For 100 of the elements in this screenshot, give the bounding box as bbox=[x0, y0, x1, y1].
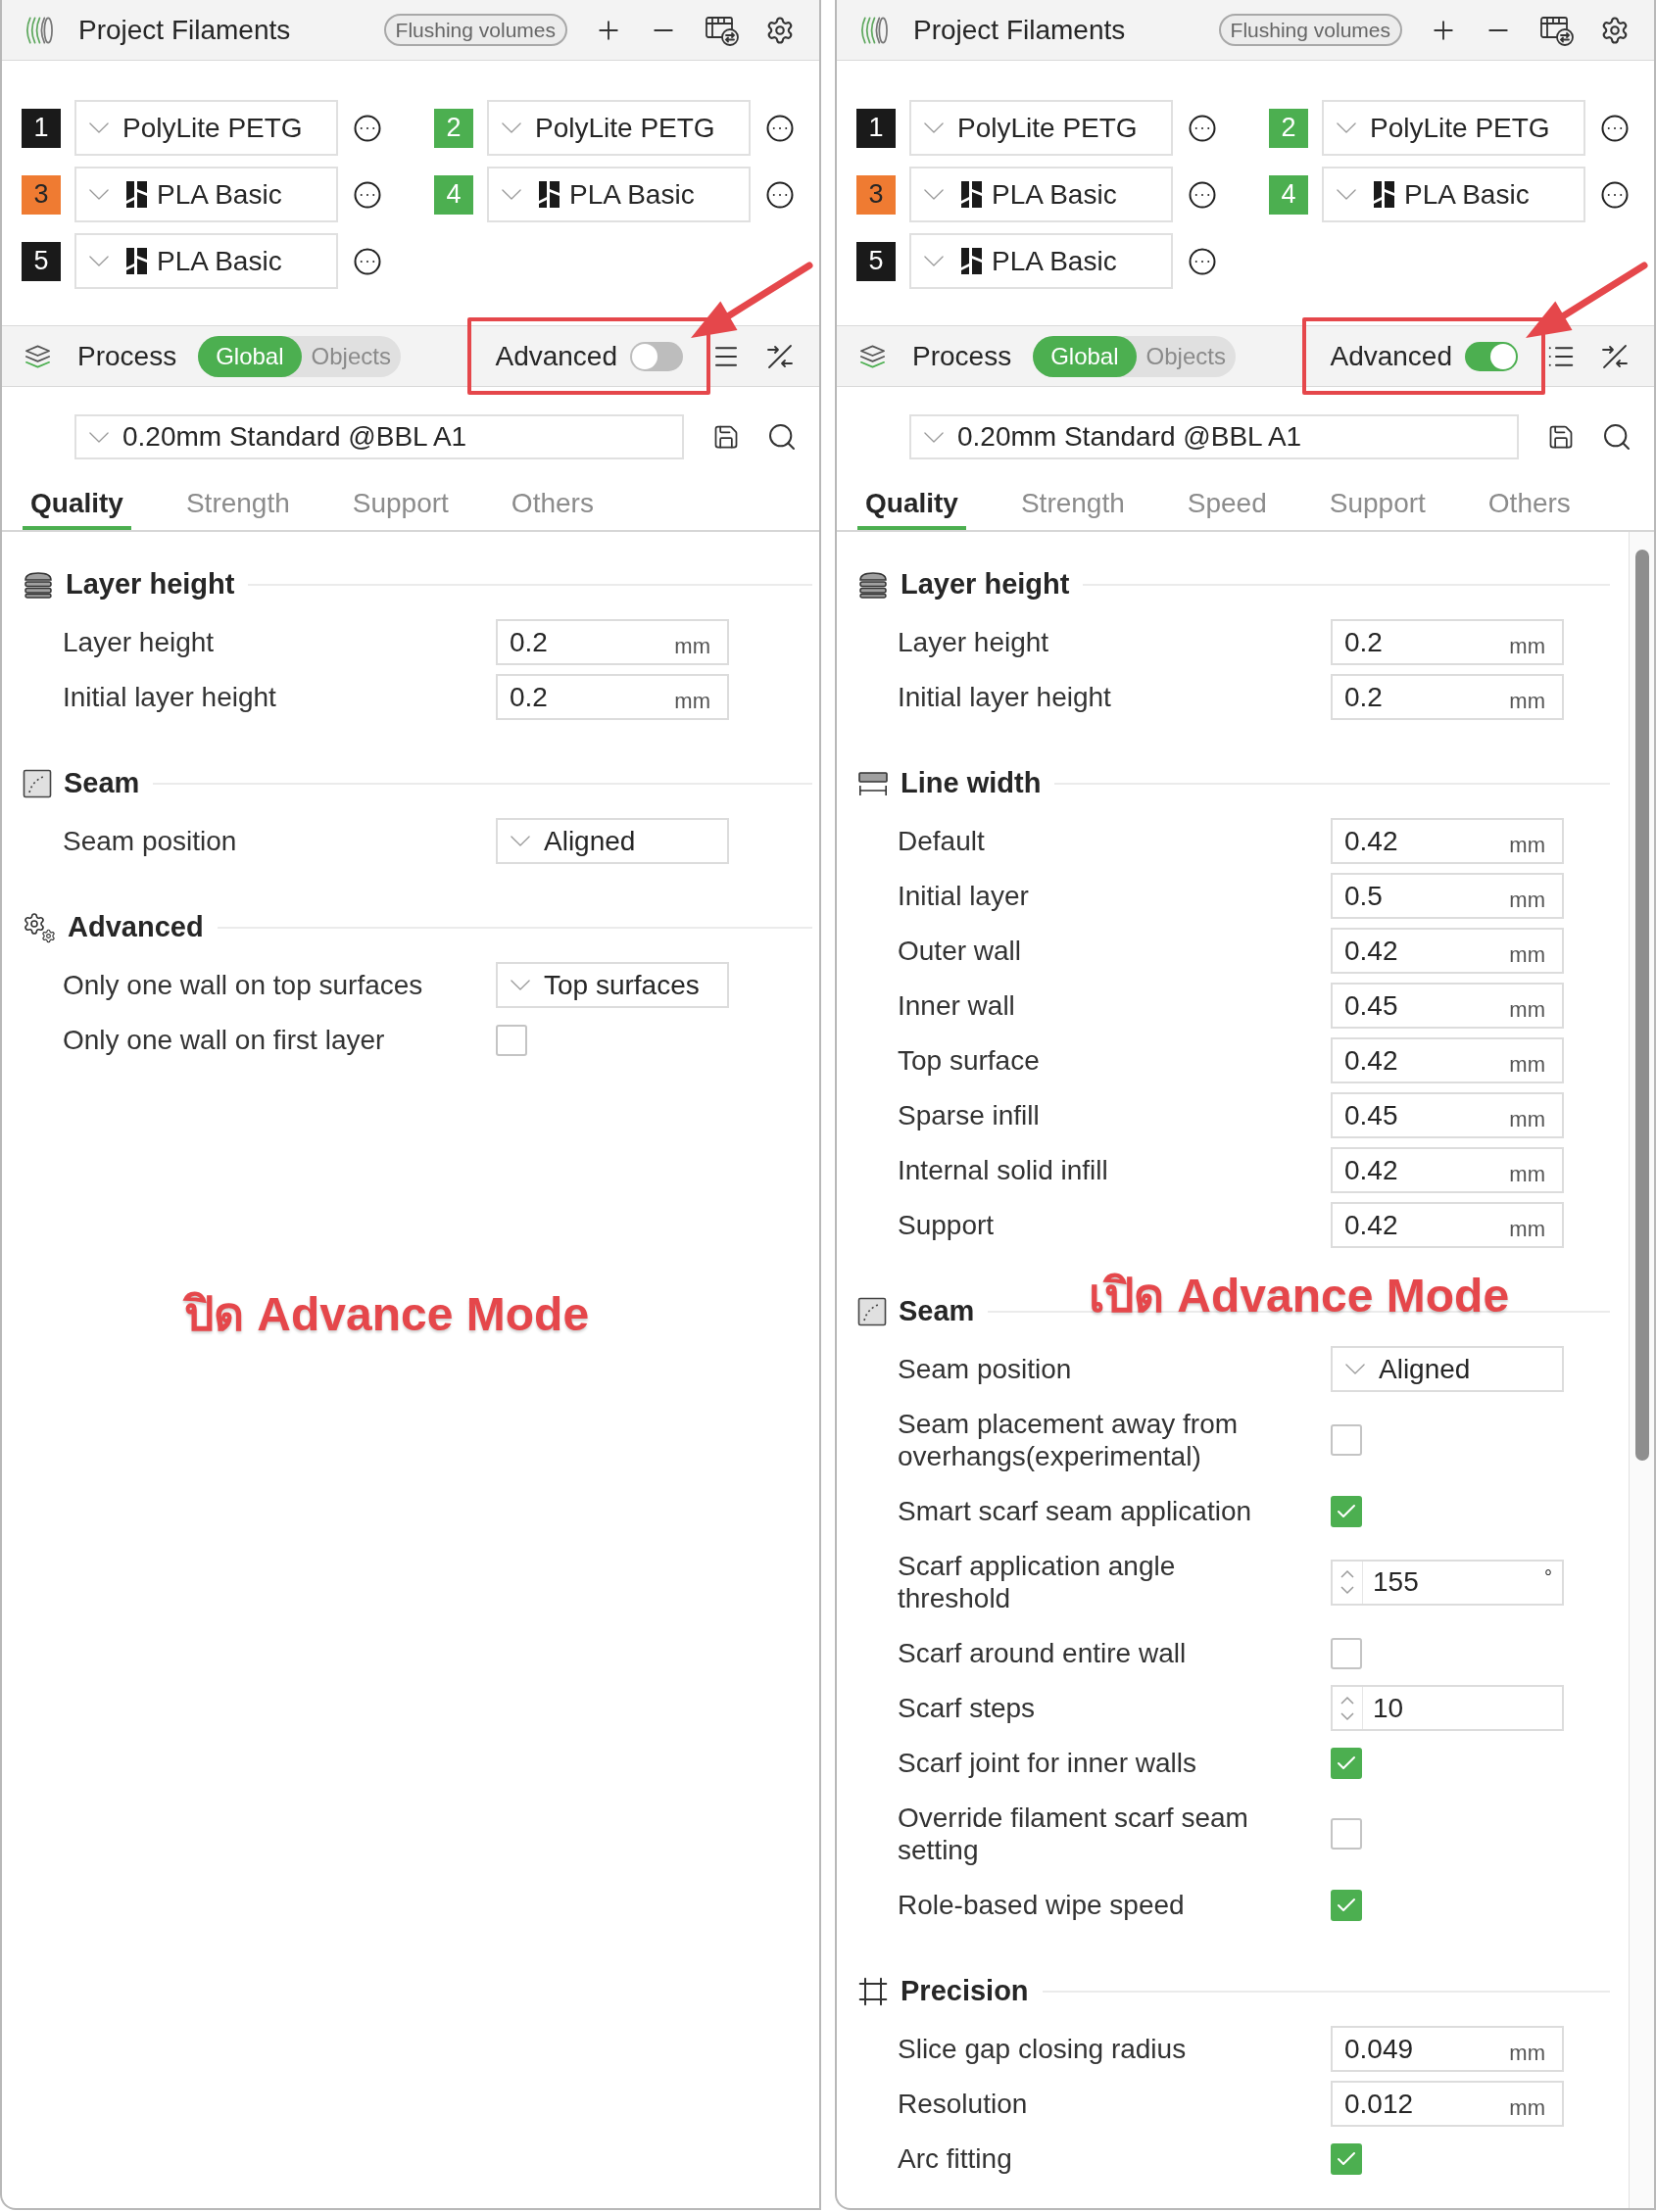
number-field[interactable]: 0.2 mm bbox=[496, 619, 729, 665]
chevron-down-icon bbox=[511, 980, 530, 990]
preset-dropdown[interactable]: 0.20mm Standard @BBL A1 bbox=[74, 414, 684, 459]
select-field[interactable]: Aligned bbox=[1331, 1346, 1564, 1392]
select-field[interactable]: Top surfaces bbox=[496, 962, 729, 1008]
number-field[interactable]: 0.049 mm bbox=[1331, 2026, 1564, 2072]
stacked-layers-icon bbox=[857, 571, 889, 599]
checkbox[interactable] bbox=[496, 1024, 527, 1056]
checkbox[interactable] bbox=[1331, 1889, 1362, 1921]
number-field[interactable]: 0.42 mm bbox=[1331, 818, 1564, 864]
unit-label: ° bbox=[1544, 1565, 1552, 1590]
setting-label: Arc fitting bbox=[898, 2142, 1012, 2176]
number-field[interactable]: 0.2 mm bbox=[496, 674, 729, 720]
more-options-icon[interactable] bbox=[1600, 179, 1630, 210]
unit-label: mm bbox=[1509, 1161, 1545, 1188]
section-title: Layer height bbox=[66, 567, 235, 602]
more-options-icon[interactable] bbox=[765, 113, 795, 143]
more-options-icon[interactable] bbox=[1188, 246, 1217, 276]
setting-label: Seam position bbox=[63, 825, 237, 858]
tab[interactable]: Quality bbox=[23, 480, 131, 530]
filament-dropdown[interactable]: PLA Basic bbox=[1322, 167, 1585, 222]
filament-dropdown[interactable]: PLA Basic bbox=[487, 167, 751, 222]
number-field[interactable]: 0.42 mm bbox=[1331, 1202, 1564, 1248]
setting-label: Inner wall bbox=[898, 989, 1015, 1023]
unit-label: mm bbox=[674, 688, 710, 715]
filament-number-badge: 1 bbox=[856, 108, 896, 148]
panel-title: Project Filaments bbox=[913, 13, 1126, 47]
flushing-volumes-button[interactable]: Flushing volumes bbox=[383, 14, 567, 46]
filament-dropdown[interactable]: PLA Basic bbox=[909, 167, 1173, 222]
settings-icon[interactable] bbox=[765, 15, 795, 45]
checkbox[interactable] bbox=[1331, 1495, 1362, 1527]
tab[interactable]: Quality bbox=[857, 480, 966, 530]
flushing-volumes-button[interactable]: Flushing volumes bbox=[1218, 14, 1402, 46]
layers-icon bbox=[857, 342, 888, 370]
setting-label: Initial layer bbox=[898, 880, 1029, 913]
more-options-icon[interactable] bbox=[353, 246, 382, 276]
search-icon[interactable] bbox=[1601, 421, 1632, 453]
scrollbar-thumb[interactable] bbox=[1635, 550, 1649, 1461]
filament-number-badge: 3 bbox=[22, 174, 61, 215]
seam-square-icon bbox=[23, 769, 52, 798]
search-icon[interactable] bbox=[766, 421, 798, 453]
grid-swap-icon[interactable] bbox=[705, 14, 740, 46]
unit-label: mm bbox=[1509, 1051, 1545, 1079]
number-field[interactable]: 0.42 mm bbox=[1331, 1037, 1564, 1083]
unit-label: mm bbox=[1509, 832, 1545, 859]
advanced-toggle[interactable] bbox=[1465, 341, 1518, 371]
number-field[interactable]: 0.2 mm bbox=[1331, 674, 1564, 720]
chevron-down-icon bbox=[1345, 1364, 1365, 1374]
section-title: Seam bbox=[899, 1294, 975, 1329]
settings-icon[interactable] bbox=[1600, 15, 1630, 45]
section-title: Seam bbox=[64, 766, 140, 801]
setting-label: Scarf steps bbox=[898, 1692, 1036, 1725]
save-icon[interactable] bbox=[1547, 423, 1575, 451]
more-options-icon[interactable] bbox=[1600, 113, 1630, 143]
filament-dropdown[interactable]: PolyLite PETG bbox=[487, 100, 751, 156]
setting-label: Scarf around entire wall bbox=[898, 1637, 1187, 1670]
more-options-icon[interactable] bbox=[1188, 179, 1217, 210]
filament-dropdown[interactable]: PolyLite PETG bbox=[1322, 100, 1585, 156]
number-field[interactable]: 0.45 mm bbox=[1331, 983, 1564, 1029]
checkbox[interactable] bbox=[1331, 2142, 1362, 2175]
number-field[interactable]: 0.42 mm bbox=[1331, 1147, 1564, 1193]
setting-label: Layer height bbox=[63, 626, 215, 659]
section-title: Line width bbox=[901, 766, 1042, 801]
more-options-icon[interactable] bbox=[1188, 113, 1217, 143]
unit-label: mm bbox=[1509, 688, 1545, 715]
advanced-toggle[interactable] bbox=[630, 341, 683, 371]
filament-rings-icon bbox=[858, 15, 889, 45]
checkbox[interactable] bbox=[1331, 1637, 1362, 1669]
line-width-icon bbox=[857, 770, 889, 797]
more-options-icon[interactable] bbox=[353, 113, 382, 143]
section-title: Advanced bbox=[68, 910, 204, 945]
preset-dropdown[interactable]: 0.20mm Standard @BBL A1 bbox=[909, 414, 1519, 459]
number-field[interactable]: 0.45 mm bbox=[1331, 1092, 1564, 1138]
number-field[interactable]: 0.42 mm bbox=[1331, 928, 1564, 974]
save-icon[interactable] bbox=[712, 423, 740, 451]
checkbox[interactable] bbox=[1331, 1818, 1362, 1850]
number-field[interactable]: 0.012 mm bbox=[1331, 2081, 1564, 2127]
spin-field[interactable]: 155 ° bbox=[1331, 1559, 1564, 1606]
select-field[interactable]: Aligned bbox=[496, 818, 729, 864]
grid-swap-icon[interactable] bbox=[1539, 14, 1575, 46]
filament-dropdown[interactable]: PolyLite PETG bbox=[909, 100, 1173, 156]
filament-dropdown[interactable]: PolyLite PETG bbox=[74, 100, 338, 156]
unit-label: mm bbox=[1509, 996, 1545, 1024]
number-field[interactable]: 0.2 mm bbox=[1331, 619, 1564, 665]
filament-dropdown[interactable]: PLA Basic bbox=[74, 167, 338, 222]
filament-dropdown[interactable]: PLA Basic bbox=[74, 233, 338, 289]
filament-dropdown[interactable]: PLA Basic bbox=[909, 233, 1173, 289]
more-options-icon[interactable] bbox=[765, 179, 795, 210]
setting-label: Outer wall bbox=[898, 935, 1022, 968]
spin-field[interactable]: 10 bbox=[1331, 1685, 1564, 1731]
unit-label: mm bbox=[1509, 1106, 1545, 1133]
chevron-down-icon bbox=[89, 256, 109, 266]
number-field[interactable]: 0.5 mm bbox=[1331, 873, 1564, 919]
checkbox[interactable] bbox=[1331, 1747, 1362, 1779]
checkbox[interactable] bbox=[1331, 1424, 1362, 1456]
process-title: Process bbox=[77, 339, 177, 373]
filament-rings-icon bbox=[24, 15, 54, 45]
more-options-icon[interactable] bbox=[353, 179, 382, 210]
section-title: Precision bbox=[901, 1974, 1029, 2009]
unit-label: mm bbox=[1509, 887, 1545, 914]
